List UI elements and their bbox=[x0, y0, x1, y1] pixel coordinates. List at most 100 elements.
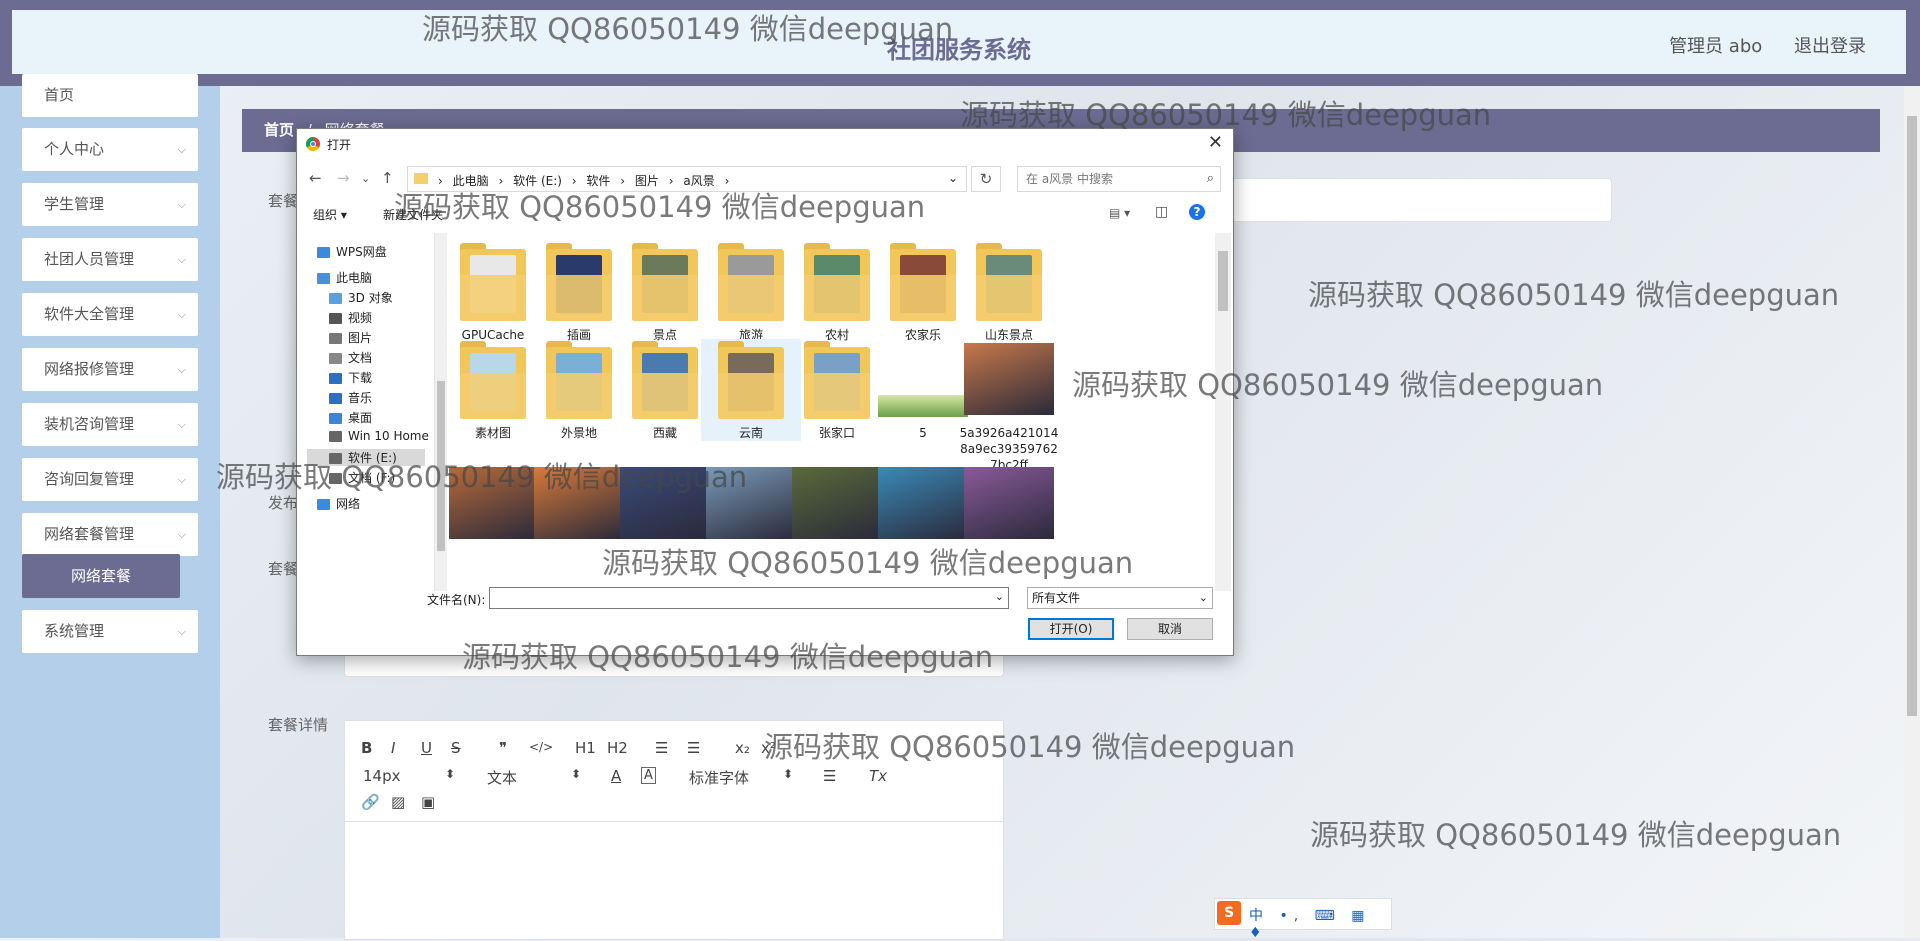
organize-button[interactable]: 组织 ▾ bbox=[313, 206, 347, 223]
open-button[interactable]: 打开(O) bbox=[1028, 618, 1114, 640]
image-icon[interactable]: ▨ bbox=[391, 793, 405, 811]
strike-button[interactable]: S bbox=[451, 739, 461, 757]
image-file-item[interactable] bbox=[959, 463, 1059, 543]
path-segment[interactable]: 软件 (E:) bbox=[513, 174, 562, 188]
new-folder-button[interactable]: 新建文件夹 bbox=[383, 206, 443, 223]
video-icon[interactable]: ▣ bbox=[421, 793, 435, 811]
sidebar-item-repair[interactable]: 网络报修管理 ⌵ bbox=[22, 348, 198, 391]
nav-item[interactable]: 3D 对象 bbox=[329, 289, 393, 306]
quote-icon[interactable]: ❞ bbox=[499, 739, 507, 757]
back-icon[interactable]: ← bbox=[309, 169, 322, 187]
underline-button[interactable]: U bbox=[421, 739, 432, 757]
address-bar[interactable]: › 此电脑 › 软件 (E:) › 软件 › 图片 › a风景 › ⌄ bbox=[407, 166, 967, 192]
search-input[interactable]: 在 a风景 中搜索 ⌕ bbox=[1017, 166, 1221, 192]
font-family-select[interactable]: 标准字体 bbox=[689, 767, 749, 788]
code-icon[interactable]: </> bbox=[529, 740, 553, 754]
italic-button[interactable]: I bbox=[391, 739, 395, 757]
nav-item[interactable]: 文档 bbox=[329, 349, 372, 366]
nav-item[interactable]: 网络 bbox=[317, 495, 360, 512]
filetype-select[interactable]: 所有文件 ⌄ bbox=[1027, 587, 1213, 609]
recent-locations-icon[interactable]: ⌄ bbox=[361, 172, 370, 185]
dialog-titlebar[interactable]: 打开 ✕ bbox=[297, 129, 1233, 159]
file-list-scrollbar[interactable] bbox=[1215, 233, 1231, 591]
link-icon[interactable]: 🔗 bbox=[361, 793, 380, 811]
sidebar-item-install-consult[interactable]: 装机咨询管理 ⌵ bbox=[22, 403, 198, 446]
scrollbar-thumb[interactable] bbox=[1907, 116, 1917, 716]
nav-item[interactable]: 桌面 bbox=[329, 409, 372, 426]
path-segment[interactable]: 软件 bbox=[586, 174, 610, 188]
nav-item[interactable]: 图片 bbox=[329, 329, 372, 346]
image-file-item[interactable] bbox=[529, 463, 629, 543]
rich-text-editor[interactable]: B I U S ❞ </> H1 H2 ☰ ☰ x₂ x² 14px ⬍ 文本 … bbox=[344, 720, 1004, 940]
filename-input[interactable]: ⌄ bbox=[489, 587, 1009, 609]
path-segment[interactable]: 此电脑 bbox=[453, 174, 489, 188]
forward-icon[interactable]: → bbox=[337, 169, 350, 187]
up-icon[interactable]: ↑ bbox=[381, 169, 394, 187]
image-file-item[interactable] bbox=[873, 463, 973, 543]
view-options-icon[interactable]: ▤ ▾ bbox=[1109, 206, 1130, 220]
image-file-item[interactable] bbox=[701, 463, 801, 543]
scrollbar-thumb[interactable] bbox=[1218, 251, 1228, 311]
refresh-icon[interactable]: ↻ bbox=[971, 166, 1001, 192]
nav-item[interactable]: 软件 (E:) bbox=[307, 449, 425, 466]
navigation-scrollbar[interactable] bbox=[435, 233, 447, 591]
sidebar-item-club-members[interactable]: 社团人员管理 ⌵ bbox=[22, 238, 198, 281]
folder-item[interactable]: 旅游 bbox=[701, 241, 801, 343]
path-segment[interactable]: a风景 bbox=[683, 174, 714, 188]
nav-item[interactable]: Win 10 Home bbox=[329, 429, 429, 443]
help-icon[interactable]: ? bbox=[1189, 204, 1205, 220]
nav-item[interactable]: 音乐 bbox=[329, 389, 372, 406]
close-icon[interactable]: ✕ bbox=[1208, 132, 1223, 153]
nav-item[interactable]: 文档 (F:) bbox=[329, 469, 395, 486]
font-size-select[interactable]: 14px bbox=[363, 767, 401, 785]
folder-item[interactable]: 张家口 bbox=[787, 339, 887, 441]
sidebar-subitem-package[interactable]: 网络套餐 bbox=[22, 554, 180, 598]
page-scrollbar[interactable] bbox=[1904, 86, 1920, 938]
background-color-icon[interactable]: A bbox=[641, 767, 656, 784]
sidebar-item-software[interactable]: 软件大全管理 ⌵ bbox=[22, 293, 198, 336]
superscript-button[interactable]: x² bbox=[761, 739, 776, 757]
sidebar-item-students[interactable]: 学生管理 ⌵ bbox=[22, 183, 198, 226]
image-file-item[interactable]: 5 bbox=[873, 339, 973, 441]
ime-status[interactable]: 中 •, ⌨ ▦ ♦ bbox=[1249, 905, 1391, 941]
chevron-down-icon[interactable]: ⌄ bbox=[948, 171, 958, 185]
nav-item[interactable]: WPS网盘 bbox=[317, 243, 387, 260]
chevron-down-icon[interactable]: ⌄ bbox=[995, 590, 1004, 603]
nav-item[interactable]: 此电脑 bbox=[317, 269, 372, 286]
folder-item[interactable]: 外景地 bbox=[529, 339, 629, 441]
folder-item[interactable]: 西藏 bbox=[615, 339, 715, 441]
clear-format-icon[interactable]: Tx bbox=[869, 767, 887, 785]
logout-link[interactable]: 退出登录 bbox=[1794, 36, 1866, 57]
h2-button[interactable]: H2 bbox=[607, 739, 628, 757]
folder-item[interactable]: 山东景点 bbox=[959, 241, 1059, 343]
image-file-item[interactable] bbox=[615, 463, 715, 543]
folder-item[interactable]: 农村 bbox=[787, 241, 887, 343]
bold-button[interactable]: B bbox=[361, 739, 372, 757]
ordered-list-icon[interactable]: ☰ bbox=[655, 739, 668, 757]
nav-item[interactable]: 下载 bbox=[329, 369, 372, 386]
sidebar-item-home[interactable]: 首页 bbox=[22, 74, 198, 117]
image-file-item[interactable]: 5a3926a4210148a9ec393597627bc2ff bbox=[959, 339, 1059, 473]
bullet-list-icon[interactable]: ☰ bbox=[687, 739, 700, 757]
folder-item[interactable]: 插画 bbox=[529, 241, 629, 343]
nav-item[interactable]: 视频 bbox=[329, 309, 372, 326]
sidebar-item-personal[interactable]: 个人中心 ⌵ bbox=[22, 128, 198, 171]
breadcrumb-home[interactable]: 首页 bbox=[264, 121, 294, 139]
sidebar-item-package[interactable]: 网络套餐管理 ⌵ bbox=[22, 513, 198, 556]
scrollbar-thumb[interactable] bbox=[437, 381, 445, 551]
text-type-select[interactable]: 文本 bbox=[487, 767, 517, 788]
font-color-icon[interactable]: A bbox=[611, 767, 621, 785]
folder-item[interactable]: 云南 bbox=[701, 339, 801, 441]
align-icon[interactable]: ☰ bbox=[823, 767, 836, 785]
subscript-button[interactable]: x₂ bbox=[735, 739, 750, 757]
folder-item[interactable]: 农家乐 bbox=[873, 241, 973, 343]
preview-pane-icon[interactable]: ◫ bbox=[1155, 204, 1168, 220]
ime-toolbar[interactable]: S 中 •, ⌨ ▦ ♦ bbox=[1214, 898, 1392, 941]
image-file-item[interactable] bbox=[787, 463, 887, 543]
path-segment[interactable]: 图片 bbox=[635, 174, 659, 188]
sidebar-item-system[interactable]: 系统管理 ⌵ bbox=[22, 610, 198, 653]
sidebar-item-consult-reply[interactable]: 咨询回复管理 ⌵ bbox=[22, 458, 198, 501]
cancel-button[interactable]: 取消 bbox=[1127, 618, 1213, 640]
folder-item[interactable]: 景点 bbox=[615, 241, 715, 343]
h1-button[interactable]: H1 bbox=[575, 739, 596, 757]
